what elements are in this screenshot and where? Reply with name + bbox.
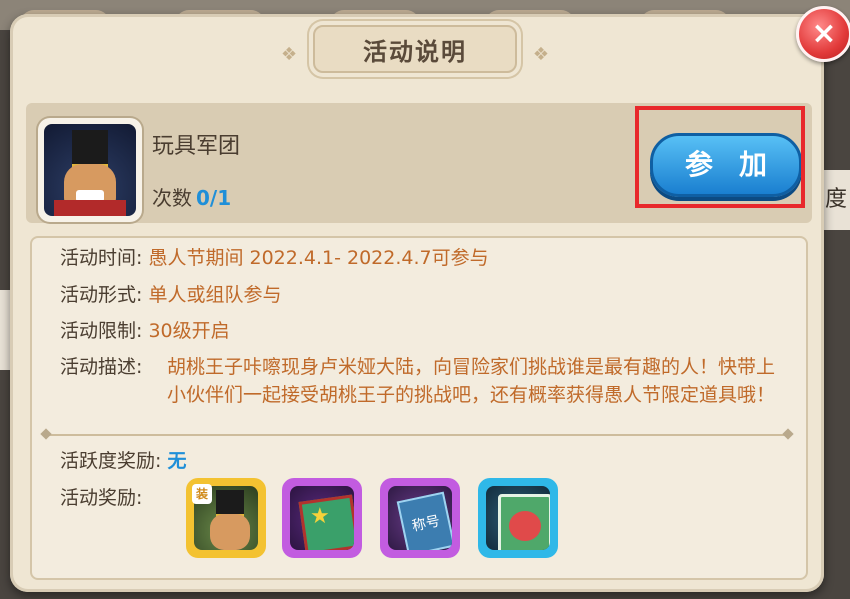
reward-item-star-box[interactable]: ★ xyxy=(282,478,362,558)
activity-icon xyxy=(38,118,142,222)
activity-name: 玩具军团 xyxy=(152,134,241,159)
limit-value: 30级开启 xyxy=(148,320,230,342)
star-box-icon: ★ xyxy=(290,486,354,550)
dialog-title: 活动说明 xyxy=(363,37,467,66)
detail-row-form: 活动形式: 单人或组队参与 xyxy=(60,281,281,309)
time-value: 愚人节期间 2022.4.1- 2022.4.7可参与 xyxy=(148,247,489,269)
background-side-label: 度 xyxy=(822,170,850,230)
attempts-count: 次数 0/1 xyxy=(152,182,231,211)
title-card-icon: 称号 xyxy=(388,486,452,550)
count-value: 0/1 xyxy=(196,186,232,210)
reward-item-nutcracker[interactable]: 装 xyxy=(186,478,266,558)
equip-badge: 装 xyxy=(192,484,212,504)
limit-key: 活动限制: xyxy=(60,320,143,342)
join-highlight-box xyxy=(635,106,805,208)
form-key: 活动形式: xyxy=(60,284,143,306)
rewards-row: 活动奖励: xyxy=(60,484,142,512)
close-button[interactable]: × xyxy=(796,6,850,62)
time-key: 活动时间: xyxy=(60,247,143,269)
ornament-icon: ❖ xyxy=(532,44,549,65)
activity-points-key: 活跃度奖励: xyxy=(60,450,162,472)
dialog-title-banner: ❖ 活动说明 ❖ xyxy=(275,22,555,76)
activity-points-value: 无 xyxy=(167,450,187,472)
form-value: 单人或组队参与 xyxy=(148,284,282,306)
reward-item-card[interactable] xyxy=(478,478,558,558)
title-plate: 活动说明 xyxy=(313,25,517,73)
close-icon: × xyxy=(811,16,837,51)
activity-points-row: 活跃度奖励: 无 xyxy=(60,447,186,475)
detail-row-desc: 活动描述: xyxy=(60,353,142,381)
section-divider xyxy=(46,434,788,436)
ornament-icon: ❖ xyxy=(281,44,298,65)
nutcracker-icon xyxy=(44,124,136,216)
desc-key: 活动描述: xyxy=(60,356,143,378)
jester-card-icon xyxy=(486,486,550,550)
count-label: 次数 xyxy=(152,186,192,210)
detail-row-limit: 活动限制: 30级开启 xyxy=(60,317,230,345)
detail-row-time: 活动时间: 愚人节期间 2022.4.1- 2022.4.7可参与 xyxy=(60,244,489,272)
rewards-key: 活动奖励: xyxy=(60,487,143,509)
reward-item-title[interactable]: 称号 xyxy=(380,478,460,558)
desc-value: 胡桃王子咔嚓现身卢米娅大陆，向冒险家们挑战谁是最有趣的人！快带上小伙伴们一起接受… xyxy=(167,356,776,406)
